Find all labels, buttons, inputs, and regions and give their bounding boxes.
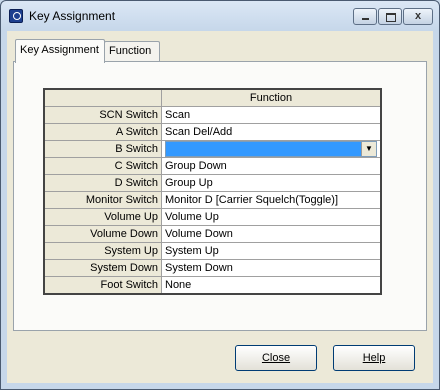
table-row[interactable]: B Switch ▼ bbox=[43, 140, 382, 158]
row-key: SCN Switch bbox=[43, 106, 162, 124]
row-function[interactable]: Volume Up bbox=[161, 208, 382, 226]
window-title: Key Assignment bbox=[29, 9, 116, 23]
close-icon: x bbox=[414, 10, 422, 22]
dialog-window: Key Assignment x Key Assignment Function… bbox=[0, 0, 440, 390]
row-key: System Down bbox=[43, 259, 162, 277]
title-bar[interactable]: Key Assignment x bbox=[1, 1, 439, 31]
table-row[interactable]: Foot Switch None bbox=[43, 276, 382, 295]
row-function[interactable]: Scan Del/Add bbox=[161, 123, 382, 141]
tab-key-assignment[interactable]: Key Assignment bbox=[15, 39, 105, 63]
help-button[interactable]: Help bbox=[333, 345, 415, 371]
row-function[interactable]: Group Down bbox=[161, 157, 382, 175]
row-function[interactable]: System Up bbox=[161, 242, 382, 260]
close-button[interactable]: Close bbox=[235, 345, 317, 371]
row-key: Volume Up bbox=[43, 208, 162, 226]
table-row[interactable]: SCN Switch Scan bbox=[43, 106, 382, 124]
table-row[interactable]: System Down System Down bbox=[43, 259, 382, 277]
tab-panel: Function SCN Switch Scan A Switch Scan Del… bbox=[13, 61, 427, 331]
table-row[interactable]: System Up System Up bbox=[43, 242, 382, 260]
row-key: System Up bbox=[43, 242, 162, 260]
minimize-button[interactable] bbox=[353, 8, 377, 25]
table-row[interactable]: Volume Down Volume Down bbox=[43, 225, 382, 243]
window-close-button[interactable]: x bbox=[403, 8, 433, 25]
header-corner bbox=[43, 88, 162, 107]
row-key: A Switch bbox=[43, 123, 162, 141]
row-function[interactable]: None bbox=[161, 276, 382, 295]
row-function[interactable]: Monitor D [Carrier Squelch(Toggle)] bbox=[161, 191, 382, 209]
maximize-button[interactable] bbox=[378, 8, 402, 25]
close-button-label: Close bbox=[261, 352, 291, 364]
function-dropdown[interactable]: ▼ bbox=[165, 141, 377, 157]
help-button-label: Help bbox=[362, 352, 386, 364]
row-function[interactable]: Group Up bbox=[161, 174, 382, 192]
tab-function[interactable]: Function bbox=[104, 41, 160, 61]
row-key: B Switch bbox=[43, 140, 162, 158]
table-row[interactable]: Monitor Switch Monitor D [Carrier Squelch… bbox=[43, 191, 382, 209]
row-key: Foot Switch bbox=[43, 276, 162, 295]
dialog-client: Key Assignment Function Function SCN Swi… bbox=[7, 31, 433, 383]
app-icon bbox=[9, 9, 23, 23]
table-row[interactable]: A Switch Scan Del/Add bbox=[43, 123, 382, 141]
table-row[interactable]: Volume Up Volume Up bbox=[43, 208, 382, 226]
table-header-row: Function bbox=[43, 88, 382, 107]
header-function: Function bbox=[161, 88, 382, 107]
row-function[interactable]: System Down bbox=[161, 259, 382, 277]
row-key: Volume Down bbox=[43, 225, 162, 243]
row-key: C Switch bbox=[43, 157, 162, 175]
row-key: Monitor Switch bbox=[43, 191, 162, 209]
row-key: D Switch bbox=[43, 174, 162, 192]
table-row[interactable]: D Switch Group Up bbox=[43, 174, 382, 192]
row-function[interactable]: Scan bbox=[161, 106, 382, 124]
table-row[interactable]: C Switch Group Down bbox=[43, 157, 382, 175]
dropdown-value[interactable] bbox=[166, 142, 361, 156]
key-assignment-table: Function SCN Switch Scan A Switch Scan Del… bbox=[43, 88, 382, 295]
row-function[interactable]: Volume Down bbox=[161, 225, 382, 243]
chevron-down-icon[interactable]: ▼ bbox=[361, 142, 376, 156]
row-function[interactable]: ▼ bbox=[161, 140, 382, 158]
